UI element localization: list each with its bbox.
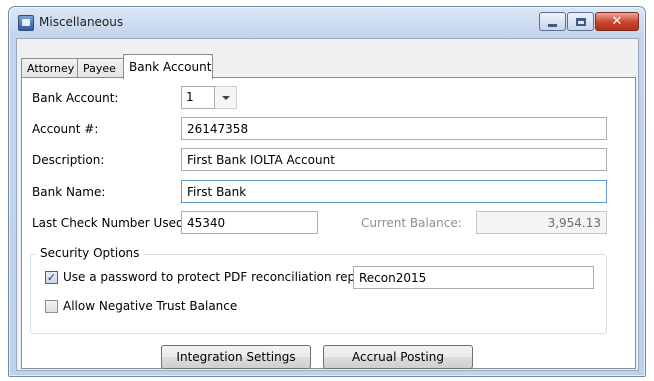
password-protect-label[interactable]: Use a password to protect PDF reconcilia… <box>63 270 382 284</box>
bank-account-select[interactable]: 1 <box>181 86 237 109</box>
window-controls: ✕ <box>538 12 639 32</box>
report-password-input[interactable] <box>353 266 594 289</box>
accrual-posting-button[interactable]: Accrual Posting <box>323 345 473 369</box>
bank-name-label: Bank Name: <box>32 185 106 199</box>
password-protect-checkbox[interactable]: ✓ <box>45 271 58 284</box>
app-window-icon <box>18 15 34 31</box>
bank-account-dropdown-button[interactable] <box>215 86 237 109</box>
minimize-button[interactable] <box>539 12 566 31</box>
description-input[interactable] <box>181 148 607 171</box>
allow-negative-balance-checkbox[interactable] <box>45 300 58 313</box>
current-balance-label: Current Balance: <box>361 216 462 230</box>
title-bar[interactable]: Miscellaneous ✕ <box>9 7 645 39</box>
bank-name-input[interactable] <box>181 180 607 203</box>
tab-bank-account[interactable]: Bank Account <box>123 54 213 79</box>
miscellaneous-window: Miscellaneous ✕ Attorney Payee Bank Acco… <box>8 6 646 377</box>
security-options-title: Security Options <box>36 246 144 260</box>
checkmark-icon: ✓ <box>46 271 57 284</box>
account-number-input[interactable] <box>181 117 607 140</box>
current-balance-field <box>476 211 607 234</box>
close-icon: ✕ <box>611 14 623 29</box>
dialog-client-area: Attorney Payee Bank Account Bank Account… <box>16 38 639 371</box>
maximize-icon <box>575 17 586 26</box>
integration-settings-button[interactable]: Integration Settings <box>161 345 311 369</box>
bank-account-select-value[interactable]: 1 <box>181 86 215 109</box>
tab-attorney[interactable]: Attorney <box>21 58 78 78</box>
tab-payee[interactable]: Payee <box>77 58 124 78</box>
close-button[interactable]: ✕ <box>595 12 639 31</box>
account-number-label: Account #: <box>32 122 99 136</box>
window-title: Miscellaneous <box>39 15 124 29</box>
description-label: Description: <box>32 153 105 167</box>
chevron-down-icon <box>221 95 230 100</box>
last-check-number-label: Last Check Number Used: <box>32 216 188 230</box>
maximize-button[interactable] <box>567 12 594 31</box>
bank-account-panel: Bank Account: 1 Account #: Description: … <box>21 77 636 369</box>
allow-negative-balance-label[interactable]: Allow Negative Trust Balance <box>63 299 237 313</box>
bank-account-label: Bank Account: <box>32 91 119 105</box>
minimize-icon <box>548 23 557 27</box>
last-check-number-input[interactable] <box>181 211 318 234</box>
